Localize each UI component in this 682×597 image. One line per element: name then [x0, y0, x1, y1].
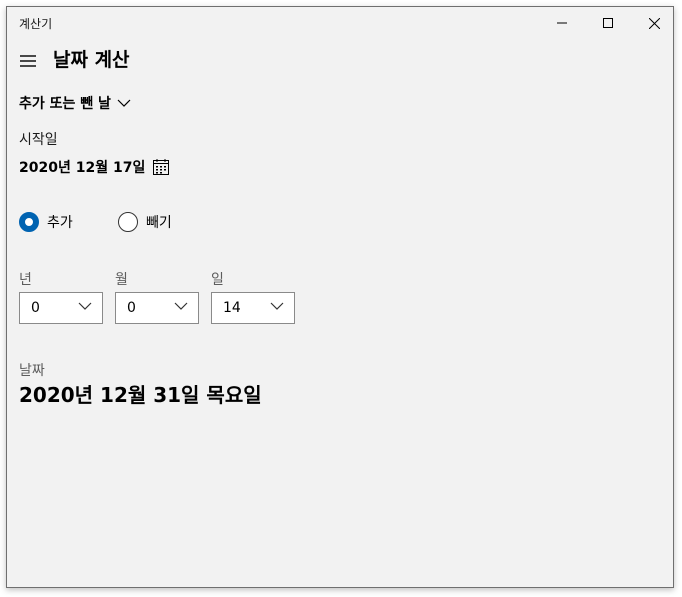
days-select[interactable]: 14	[211, 292, 295, 324]
add-radio-label: 추가	[47, 215, 73, 231]
months-select[interactable]: 0	[115, 292, 199, 324]
subtract-radio-label: 빼기	[146, 215, 172, 231]
subtract-radio-button[interactable]: 빼기	[118, 212, 172, 232]
start-date-label: 시작일	[19, 132, 58, 148]
add-radio-indicator	[19, 212, 39, 232]
calculation-mode-dropdown[interactable]: 추가 또는 뺀 날	[19, 92, 131, 114]
close-icon	[648, 17, 660, 29]
months-label: 월	[115, 272, 128, 288]
calendar-icon	[153, 159, 170, 175]
years-select-value: 0	[31, 300, 40, 316]
chevron-down-icon	[78, 302, 92, 310]
years-select[interactable]: 0	[19, 292, 103, 324]
result-date: 2020년 12월 31일 목요일	[19, 383, 262, 407]
chevron-down-icon	[117, 99, 131, 107]
title-bar[interactable]: 계산기	[7, 7, 673, 39]
days-label: 일	[211, 272, 224, 288]
years-label: 년	[19, 272, 32, 288]
close-button[interactable]	[631, 7, 677, 39]
months-select-value: 0	[127, 300, 136, 316]
app-title: 계산기	[19, 17, 53, 31]
start-date-value: 2020년 12월 17일	[19, 160, 146, 176]
add-radio-button[interactable]: 추가	[19, 212, 73, 232]
days-select-value: 14	[223, 300, 241, 316]
start-date-picker[interactable]: 2020년 12월 17일	[19, 157, 170, 177]
minimize-button[interactable]	[539, 7, 585, 39]
chevron-down-icon	[174, 302, 188, 310]
chevron-down-icon	[270, 302, 284, 310]
maximize-icon	[603, 18, 613, 28]
result-label: 날짜	[19, 363, 45, 379]
calculation-mode-label: 추가 또는 뺀 날	[19, 96, 111, 112]
maximize-button[interactable]	[585, 7, 631, 39]
hamburger-icon	[20, 55, 36, 67]
page-title: 날짜 계산	[53, 49, 130, 71]
navigation-menu-button[interactable]	[19, 53, 37, 67]
subtract-radio-indicator	[118, 212, 138, 232]
calculator-window: 계산기 날짜 계산 추가 또는 뺀 날 시작일 2020년 12월 17일 추가…	[6, 6, 674, 588]
minimize-icon	[557, 22, 567, 24]
